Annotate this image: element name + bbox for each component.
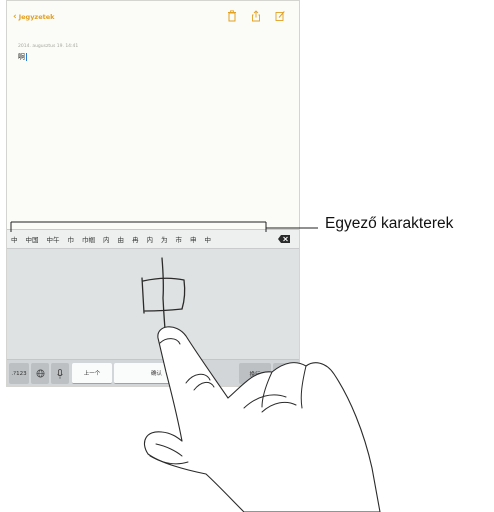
previous-key[interactable]: 上一个	[72, 363, 112, 384]
handwriting-area[interactable]	[7, 249, 299, 359]
note-date: 2014. augusztus 19. 14:41	[18, 44, 79, 49]
note-body[interactable]: 啊	[18, 52, 27, 62]
microphone-icon	[57, 368, 63, 379]
text-cursor	[26, 53, 27, 61]
globe-key[interactable]	[31, 363, 49, 384]
candidate-item[interactable]: 中	[201, 230, 216, 248]
share-icon[interactable]	[251, 10, 261, 22]
candidate-item[interactable]: 中午	[43, 230, 64, 248]
candidate-list: 中中国 中午巾巾帼内由冉内为市申中	[7, 230, 215, 248]
note-body-text: 啊	[18, 53, 25, 61]
callout-label: Egyező karakterek	[325, 215, 454, 232]
back-label: Jegyzetek	[18, 13, 55, 21]
candidate-item[interactable]: 为	[157, 230, 172, 248]
candidate-item[interactable]: 中国	[22, 230, 43, 248]
candidate-item[interactable]: 中	[7, 230, 22, 248]
candidate-item[interactable]: 市	[172, 230, 187, 248]
note-toolbar	[227, 10, 285, 22]
note-area[interactable]: ‹ Jegyzetek 2014. augusztus 19. 14:41 啊	[7, 1, 299, 229]
chevron-left-icon: ‹	[13, 11, 17, 22]
delete-icon[interactable]	[277, 234, 291, 244]
candidate-item[interactable]: 巾	[64, 230, 79, 248]
candidate-item[interactable]: 冉	[128, 230, 143, 248]
hide-keyboard-icon	[279, 368, 291, 379]
candidate-item[interactable]: 内	[99, 230, 114, 248]
candidate-item[interactable]: 巾帼	[78, 230, 99, 248]
candidate-item[interactable]: 由	[114, 230, 129, 248]
hide-keyboard-key[interactable]	[273, 363, 297, 384]
ipad-screen: ‹ Jegyzetek 2014. augusztus 19. 14:41 啊 …	[6, 0, 300, 387]
keyboard-bottom-row: .?123 上一个 确认 换行	[7, 359, 299, 386]
candidate-item[interactable]: 内	[143, 230, 158, 248]
back-button[interactable]: ‹ Jegyzetek	[13, 11, 54, 23]
return-key[interactable]: 换行	[239, 363, 271, 384]
globe-icon	[36, 369, 44, 378]
confirm-key[interactable]: 确认	[114, 363, 199, 384]
trash-icon[interactable]	[227, 10, 237, 22]
numbers-key[interactable]: .?123	[9, 363, 29, 384]
dictation-key[interactable]	[51, 363, 69, 384]
notes-navbar: ‹ Jegyzetek	[7, 1, 299, 31]
compose-icon[interactable]	[275, 10, 285, 22]
candidate-bar: 中中国 中午巾巾帼内由冉内为市申中	[7, 229, 299, 249]
candidate-item[interactable]: 申	[186, 230, 201, 248]
